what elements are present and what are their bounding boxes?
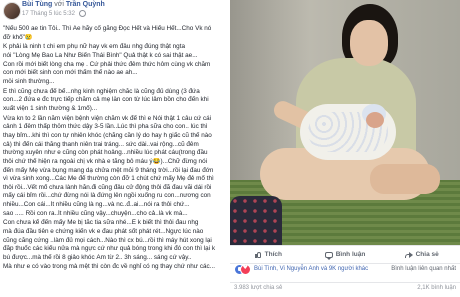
shares-count[interactable]: 3.983 lượt chia sẻ: [234, 285, 282, 291]
post-text-line: Vừa kn to 2 lần nằm viện bệnh viện chăm …: [3, 114, 212, 122]
post-text-line: con mới biết sinh con mới thấm thế nào a…: [3, 69, 138, 77]
post-text-line: mỗi sinh thường...: [3, 77, 55, 85]
photo-leg: [370, 164, 440, 194]
post-text-line: đỡ khổ"😢: [3, 33, 33, 41]
comment-button[interactable]: Bình luận: [307, 251, 384, 260]
photo-baby-face: [366, 112, 384, 128]
post-text-line: con...2 đứa e đc trực tiếp chăm cả mẹ lẫ…: [3, 96, 209, 104]
post-text-line: cũng căng cứng ..làm đủ mọi cách...Nào t…: [3, 236, 212, 244]
post-text-line: bú được...mà thế rồi 8 giảo khóc Ăm từ 2…: [3, 254, 192, 262]
post-text-line: K phải là ninh t chi em phụ nữ hay vk em…: [3, 43, 185, 51]
tagged-name[interactable]: Trần Quỳnh: [66, 1, 105, 8]
photo-cushion-pattern: [230, 196, 282, 245]
post-text-line: mấy cái bỉm rồi...chứ đừng nói là đứng l…: [3, 192, 211, 200]
author-line: Bùi Tùng với Trần Quỳnh: [22, 1, 105, 8]
share-icon: [404, 251, 413, 258]
comment-icon: [324, 251, 333, 260]
post-text-line: nói "Lòng Mẹ Bao La Như Biển Thái Bình" …: [3, 51, 198, 59]
reaction-icons[interactable]: [234, 264, 252, 275]
author-name[interactable]: Bùi Tùng: [22, 1, 52, 8]
reactions-row: Bùi Tình, Vi Nguyễn Anh và 9K người khác…: [230, 263, 460, 275]
thumbs-up-icon: [254, 251, 262, 258]
post-photo[interactable]: [230, 0, 460, 245]
post-text-line: nhiều...Con cái...Ít nhiều cũng là ng...…: [3, 201, 190, 209]
post-text-line: Con chưa kể đến mấy Me bị tắc tia sữa nh…: [3, 219, 199, 227]
like-button[interactable]: Thích: [230, 251, 307, 258]
post-text-line: cảnh 1 đêm thấp thỏm thức dậy 3-5 lần..L…: [3, 123, 208, 131]
post-text-line: thôi chứ thể hiện ra ngoài chị vk nhà e …: [3, 157, 208, 165]
post-text-line: thay bỉm...khi thì con tự nhiên khóc (ch…: [3, 131, 212, 139]
share-button[interactable]: Chia sẻ: [383, 251, 460, 258]
globe-icon: [78, 10, 86, 17]
post-text-line: cả) thì đến cái thằng thanh niên trai tr…: [3, 140, 199, 148]
post-text-line: mà đúa đầu tiên e chứng kiến vk e đau ph…: [3, 228, 204, 236]
post-text-line: thôi rồi...Vết mổ chưa lành hẳn.đi cũng …: [3, 183, 212, 191]
post-text-line: Con rồi mới biết lòng cha mẹ . Cứ phải t…: [3, 60, 211, 68]
post-text-line: E thì cũng chưa để bế...nhg kinh nghiệm …: [3, 87, 200, 95]
avatar[interactable]: [3, 2, 21, 20]
post-text-line: Mà như e có vào trong mà mệt thì còn đc …: [3, 262, 215, 270]
post-panel: Bùi Tùng với Trần Quỳnh 17 Tháng 5 lúc 5…: [0, 0, 230, 296]
share-label: Chia sẻ: [415, 251, 439, 258]
post-text-line: "Nếu 500 ae tin Tôi.. Thì Ae hãy cố gắng…: [3, 25, 212, 32]
timestamp-text: 17 Tháng 5 lúc 5:32: [22, 11, 75, 18]
post-text-line: sao ..... Rồi con ra..Ít nhiều cũng vậy.…: [3, 209, 188, 217]
post-text-line: xuất viện 1 sinh thường & 1mổ)...: [3, 104, 98, 112]
love-reaction-icon: [240, 264, 251, 275]
post-timestamp[interactable]: 17 Tháng 5 lúc 5:32: [22, 10, 86, 17]
photo-face: [350, 20, 388, 66]
post-text-line: đắp thuốc các kiểu nửa mà ngực cứ như qu…: [3, 245, 216, 253]
post-text-line: thường xuyên như e cũng còn phát hoảng..…: [3, 149, 208, 157]
comments-filter[interactable]: Bình luận liên quan nhất: [391, 263, 456, 275]
with-text: với: [54, 1, 64, 8]
counts-row: 3.983 lượt chia sẻ 2,1K bình luận: [230, 282, 460, 297]
like-label: Thích: [264, 251, 282, 258]
comment-label: Bình luận: [335, 251, 366, 258]
post-header: Bùi Tùng với Trần Quỳnh 17 Tháng 5 lúc 5…: [0, 0, 230, 22]
post-text-line: đến mấy Mẹ vừa bụng mang dạ chửa mệt mỏi…: [3, 166, 214, 174]
post-text-line: vì vừa sinh xong...Các Me để thường còn …: [3, 175, 214, 183]
comments-count[interactable]: 2,1K bình luận: [417, 285, 456, 291]
actions-bar: Thích Bình luận Chia sẻ: [230, 245, 460, 264]
reactions-text[interactable]: Bùi Tình, Vi Nguyễn Anh và 9K người khác: [254, 266, 368, 272]
post-text: "Nếu 500 ae tin Tôi.. Thì Ae hãy cố gắng…: [3, 25, 227, 296]
